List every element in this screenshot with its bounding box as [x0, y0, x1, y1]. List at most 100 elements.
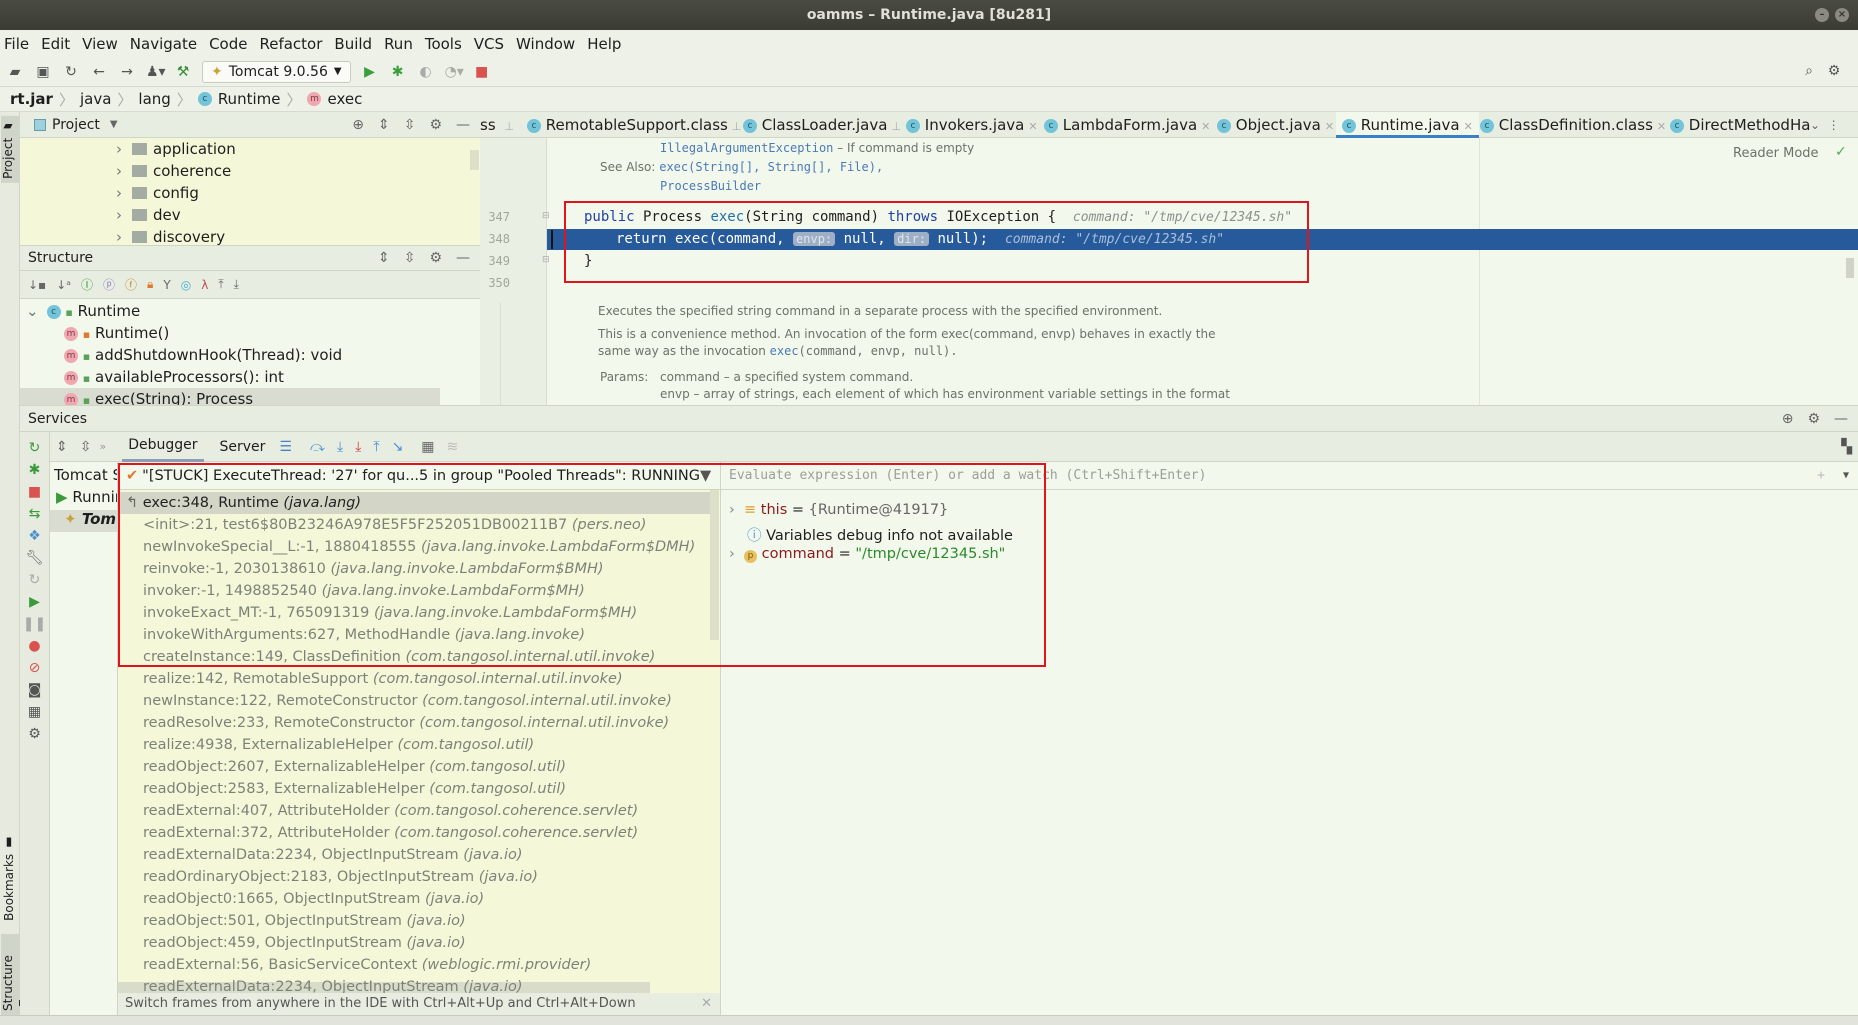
menu-view[interactable]: View [82, 35, 118, 53]
forward-icon[interactable]: → [118, 64, 136, 80]
collapse-all-icon[interactable]: ⇳ [404, 250, 416, 266]
wrench-icon[interactable]: 🔧︎ [20, 550, 49, 566]
properties-icon[interactable]: ⓟ [103, 276, 115, 293]
breadcrumb-runtime[interactable]: Runtime [218, 90, 281, 108]
tab-directmethodhandle[interactable]: c DirectMethodHa [1670, 112, 1810, 138]
non-public-icon[interactable]: 🔒︎ [147, 277, 153, 292]
stack-frame[interactable]: readObject:501, ObjectInputStream (java.… [143, 910, 466, 932]
add-watch-icon[interactable]: + [1817, 462, 1825, 490]
settings-icon[interactable]: ⚙ [20, 726, 49, 742]
menu-vcs[interactable]: VCS [474, 35, 504, 53]
menu-run[interactable]: Run [384, 35, 413, 53]
menu-tools[interactable]: Tools [425, 35, 462, 53]
sort-alpha-icon[interactable]: ↓ᵃ [56, 278, 71, 292]
mute-breakpoints-icon[interactable]: ⊘ [20, 660, 49, 676]
scrollbar[interactable] [470, 150, 479, 170]
close-icon[interactable]: ✕ [701, 993, 712, 1015]
evaluate-calculator-icon[interactable]: ▦ [421, 439, 434, 455]
structure-member-selected[interactable]: m ▪ exec(String): Process [20, 388, 440, 405]
fields-icon[interactable]: ⓕ [125, 276, 137, 293]
chevron-down-icon[interactable]: ▼ [1843, 462, 1849, 490]
structure-member[interactable]: m ▪ Runtime() [64, 322, 169, 344]
tab-classloader[interactable]: c ClassLoader.java ⊥ [743, 112, 901, 138]
breadcrumb-jar[interactable]: rt.jar [10, 90, 53, 108]
inherited-icon[interactable]: Ⓘ [81, 276, 93, 293]
step-into-icon[interactable]: ⤓ [337, 439, 343, 455]
deploy-icon[interactable]: ⇆ [20, 506, 49, 522]
tree-tomcat-instance[interactable]: ✦ Tom [50, 510, 117, 532]
stack-frame[interactable]: readOrdinaryObject:2183, ObjectInputStre… [143, 866, 538, 888]
debug-bug-icon[interactable]: ✱ [389, 64, 407, 80]
expand-all-icon[interactable]: ⇕ [378, 250, 390, 266]
tree-folder-dev[interactable]: › dev [116, 204, 181, 226]
code-editor[interactable]: 347 348 349 350 ⊟ ⊟ Reader Mode ✓ Illega… [480, 138, 1858, 405]
stack-frame[interactable]: reinvoke:-1, 2030138610 (java.lang.invok… [143, 558, 604, 580]
doc-link[interactable]: exec [770, 344, 799, 358]
project-tool-tab[interactable]: Project ▰ [1, 116, 19, 183]
stack-frame[interactable]: readResolve:233, RemoteConstructor (com.… [143, 712, 669, 734]
menu-code[interactable]: Code [209, 35, 247, 53]
menu-refactor[interactable]: Refactor [259, 35, 322, 53]
tabs-dropdown-icon[interactable]: ⌄ ⋮ [1810, 112, 1840, 138]
resume-icon[interactable]: ▶ [20, 594, 49, 610]
tab-invokers[interactable]: c Invokers.java ✕ [906, 112, 1038, 138]
bookmarks-tool-tab[interactable]: Bookmarks ▮ [2, 832, 16, 925]
locate-icon[interactable]: ⊕ [1782, 411, 1794, 427]
back-icon[interactable]: ← [90, 64, 108, 80]
gear-icon[interactable]: ⚙ [1807, 411, 1820, 427]
step-over-icon[interactable]: ⤼ [310, 439, 325, 455]
menu-help[interactable]: Help [587, 35, 621, 53]
see-also-link[interactable]: ProcessBuilder [660, 179, 761, 193]
fold-icon[interactable]: ⊟ [542, 211, 550, 221]
fold-icon[interactable]: ⊟ [542, 255, 550, 265]
autoscroll-from-source-icon[interactable]: ⤓ [234, 277, 239, 292]
stack-frame[interactable]: readObject:2583, ExternalizableHelper (c… [143, 778, 566, 800]
menu-navigate[interactable]: Navigate [130, 35, 197, 53]
stack-frame[interactable]: realize:4938, ExternalizableHelper (com.… [143, 734, 534, 756]
tab-lambdaform[interactable]: c LambdaForm.java ✕ [1044, 112, 1210, 138]
scrollbar[interactable] [710, 490, 719, 640]
save-icon[interactable]: ▣ [34, 64, 52, 80]
see-also-link[interactable]: exec(String[], String[], File), [659, 160, 883, 174]
run-to-cursor-icon[interactable]: ↘ [392, 439, 404, 455]
collapse-all-icon[interactable]: ⇳ [404, 117, 416, 133]
coverage-icon[interactable]: ◐ [417, 64, 435, 80]
gear-icon[interactable]: ⚙ [429, 117, 442, 133]
stack-frame[interactable]: readObject0:1665, ObjectInputStream (jav… [143, 888, 484, 910]
breadcrumb-lang[interactable]: lang [138, 90, 170, 108]
sync-icon[interactable]: ↻ [62, 64, 80, 80]
structure-member[interactable]: m ▪ addShutdownHook(Thread): void [64, 344, 342, 366]
stack-frame[interactable]: newInvokeSpecial__L:-1, 1880418555 (java… [143, 536, 695, 558]
layout-settings-icon[interactable]: ▚ [1841, 439, 1852, 455]
structure-root-runtime[interactable]: ⌄ c ▪ Runtime [26, 300, 140, 322]
stop-icon[interactable]: ■ [20, 484, 49, 500]
stack-frame[interactable]: readExternal:407, AttributeHolder (com.t… [143, 800, 638, 822]
tab-runtime[interactable]: c Runtime.java ✕ [1336, 112, 1479, 138]
menu-edit[interactable]: Edit [41, 35, 70, 53]
stack-frame[interactable]: newInstance:122, RemoteConstructor (com.… [143, 690, 672, 712]
tab-remotable-support[interactable]: c RemotableSupport.class ⊥ [527, 112, 741, 138]
profile-icon[interactable]: ◔▾ [445, 64, 464, 80]
minimize-icon[interactable]: — [456, 250, 470, 266]
stack-frame[interactable]: readObject:2607, ExternalizableHelper (c… [143, 756, 566, 778]
user-icon[interactable]: ♟▾ [146, 64, 166, 80]
chevron-down-icon[interactable]: ▼ [110, 119, 118, 130]
stop-icon[interactable]: ■ [473, 64, 491, 80]
filter-icon[interactable]: ▼ [700, 468, 711, 484]
stack-frame[interactable]: createInstance:149, ClassDefinition (com… [143, 646, 655, 668]
view-breakpoints-icon[interactable]: ● [20, 638, 49, 654]
close-button[interactable]: × [1835, 8, 1849, 22]
expand-all-icon[interactable]: ⇕ [378, 117, 390, 133]
stack-frame[interactable]: invokeWithArguments:627, MethodHandle (j… [143, 624, 585, 646]
minimize-icon[interactable]: — [1834, 411, 1848, 427]
rerun-icon[interactable]: ↻ [20, 440, 49, 456]
tab-server[interactable]: Server [220, 439, 266, 455]
pause-icon[interactable]: ❚❚ [20, 616, 49, 632]
tree-running[interactable]: ▶ Runnin [56, 488, 117, 506]
structure-member[interactable]: m ▪ availableProcessors(): int [64, 366, 284, 388]
stack-frame[interactable]: readExternal:56, BasicServiceContext (we… [143, 954, 591, 976]
stack-frame[interactable]: realize:142, RemotableSupport (com.tango… [143, 668, 623, 690]
tree-folder-config[interactable]: › config [116, 182, 199, 204]
gear-icon[interactable]: ⚙ [429, 250, 442, 266]
tab-ss[interactable]: ss ⊥ [480, 112, 514, 138]
